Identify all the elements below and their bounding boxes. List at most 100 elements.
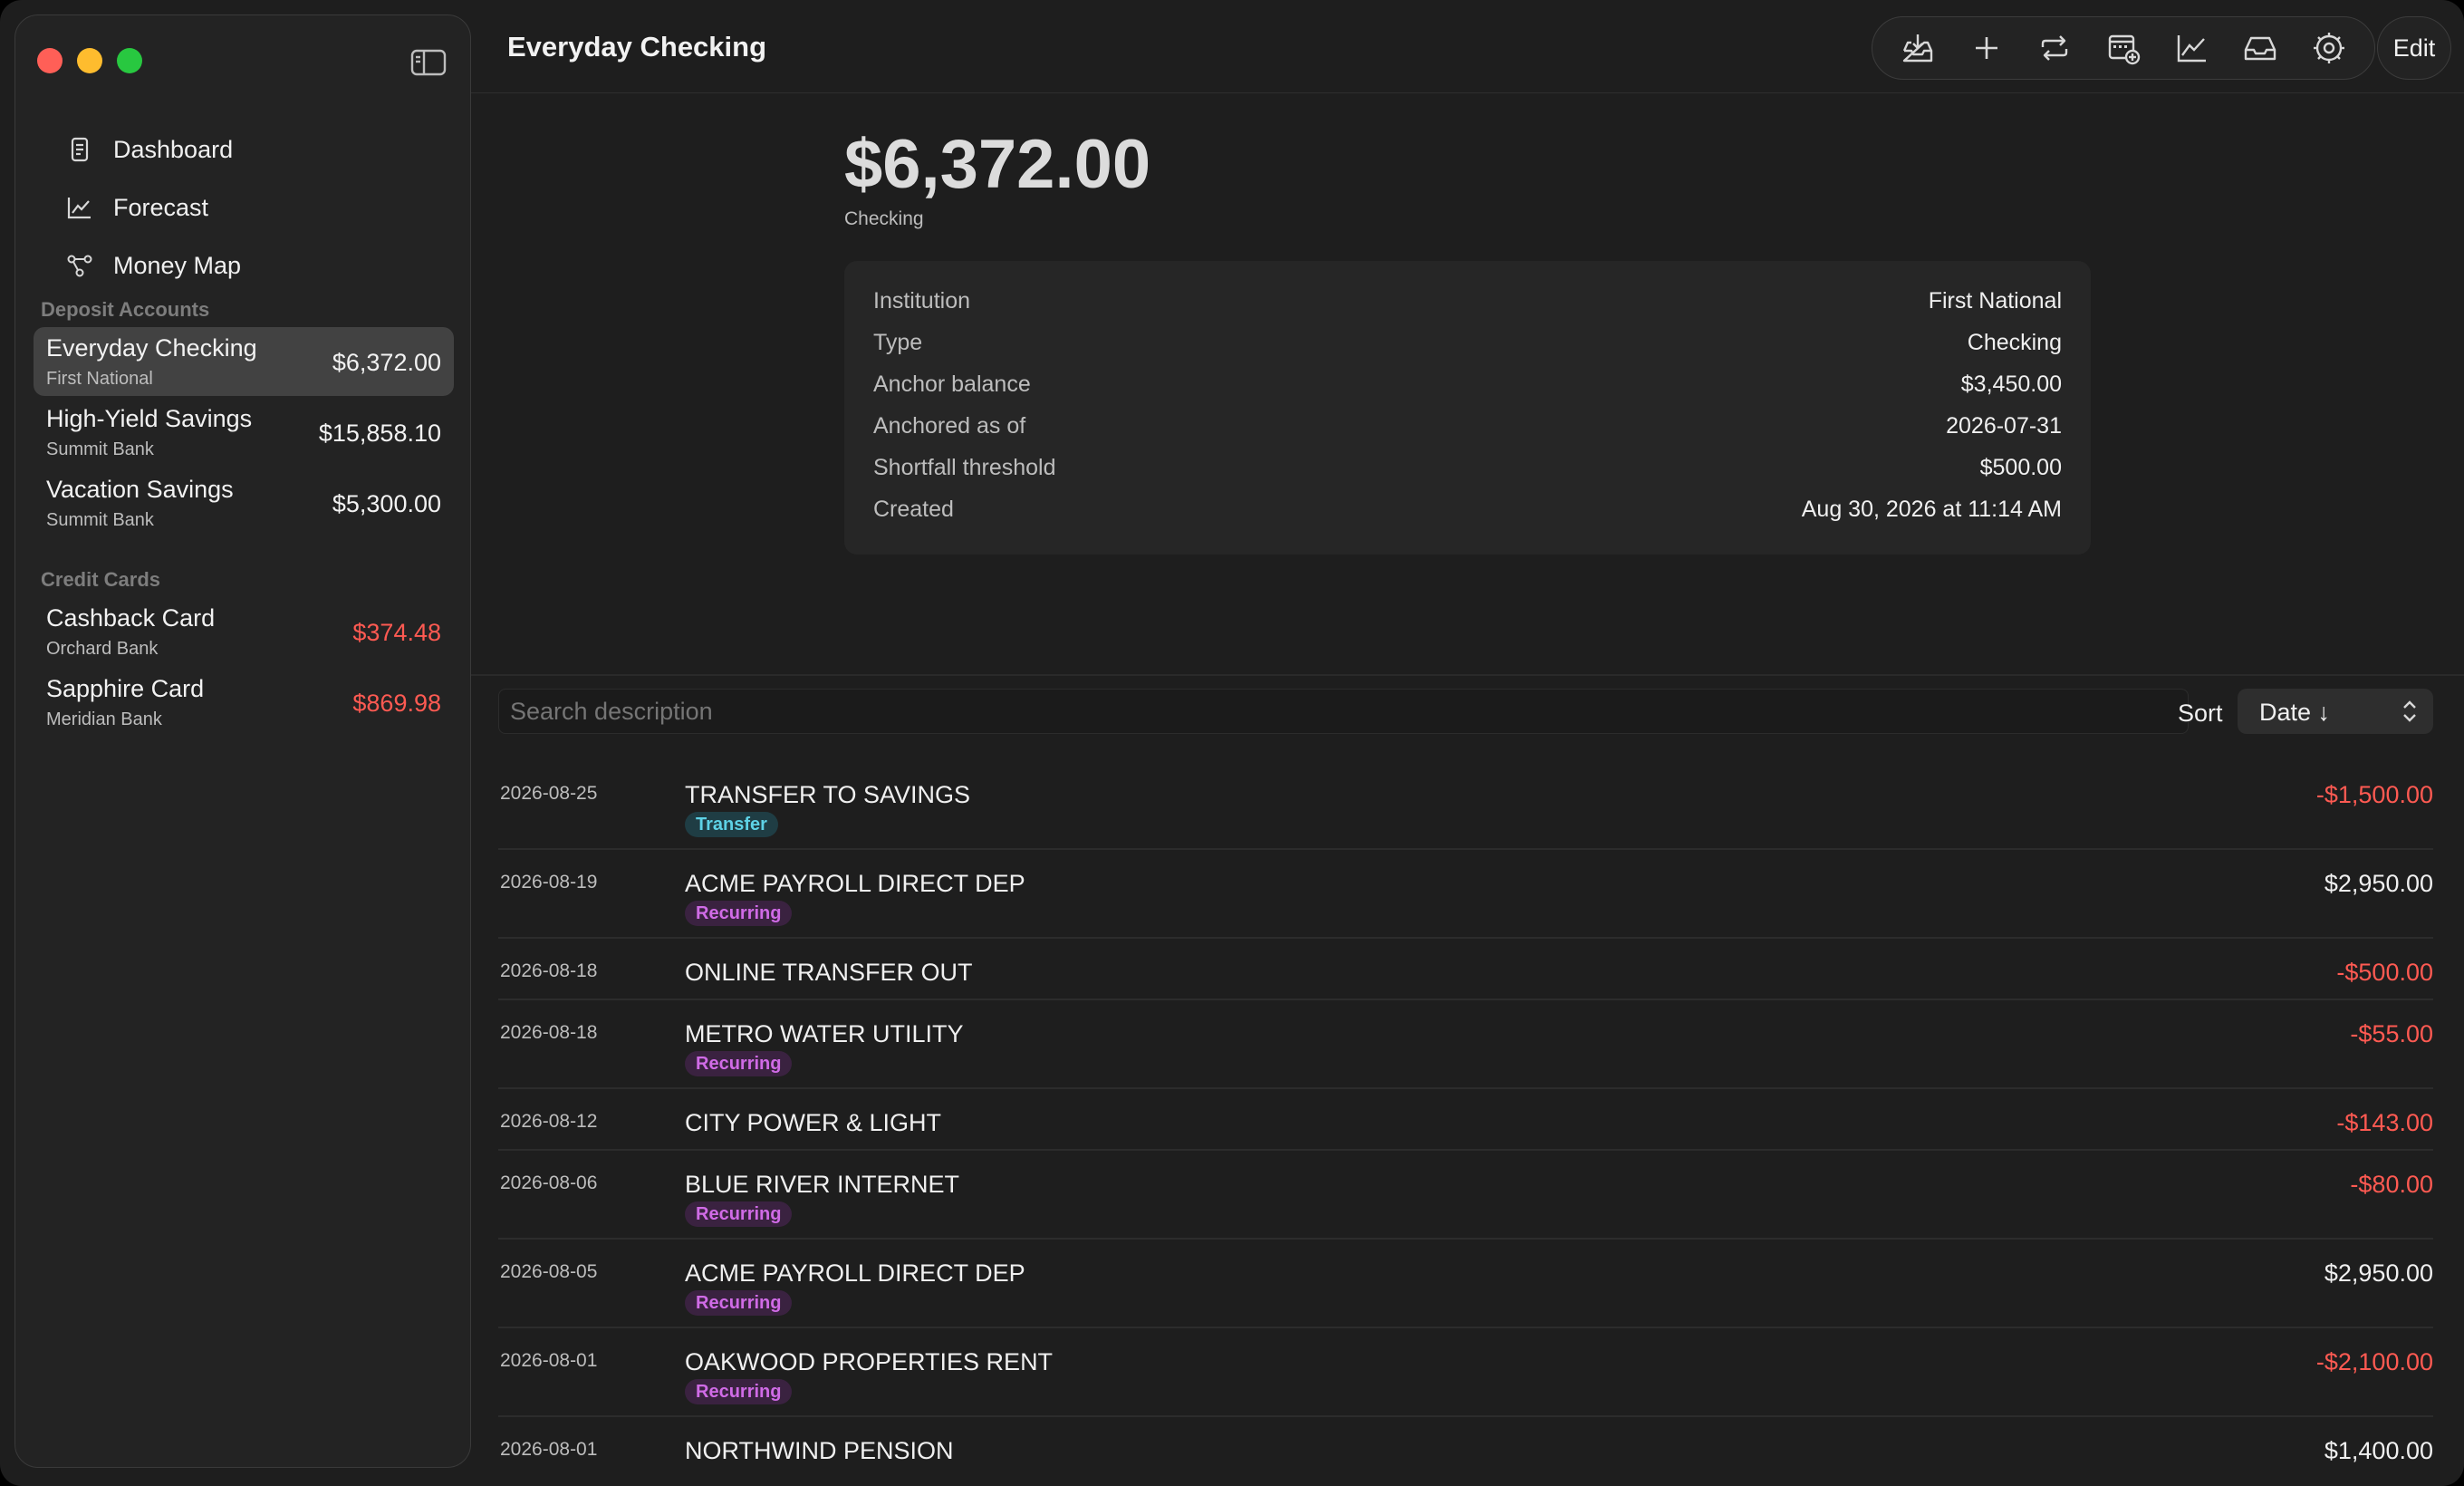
detail-row-created: Created Aug 30, 2026 at 11:14 AM xyxy=(873,497,2062,533)
sidebar-item-forecast[interactable]: Forecast xyxy=(41,179,457,236)
sort-select[interactable]: Date ↓ xyxy=(2238,689,2433,734)
repeat-icon[interactable] xyxy=(2035,28,2074,68)
sidebar: Dashboard Forecast Money Map Deposit Acc… xyxy=(14,14,471,1468)
recurring-tag: Recurring xyxy=(685,1201,793,1227)
detail-label: Institution xyxy=(873,288,971,314)
transaction-date: 2026-08-12 xyxy=(500,1111,598,1132)
account-item-sapphire-card[interactable]: Sapphire Card Meridian Bank $869.98 xyxy=(34,668,454,737)
minimize-window-button[interactable] xyxy=(77,48,102,73)
transaction-description: BLUE RIVER INTERNET xyxy=(685,1171,960,1198)
transaction-row[interactable]: 2026-08-06 BLUE RIVER INTERNET Recurring… xyxy=(498,1151,2433,1240)
sort-label: Sort xyxy=(2178,700,2223,727)
transaction-row[interactable]: 2026-08-18 ONLINE TRANSFER OUT -$500.00 xyxy=(498,939,2433,1000)
calendar-add-icon[interactable] xyxy=(2103,28,2143,68)
transaction-amount: -$500.00 xyxy=(2336,959,2433,986)
detail-label: Created xyxy=(873,497,954,522)
account-name: High-Yield Savings xyxy=(46,405,253,432)
detail-row-anchored-as-of: Anchored as of 2026-07-31 xyxy=(873,413,2062,449)
add-icon[interactable] xyxy=(1967,28,2007,68)
title-bar: Everyday Checking Edit xyxy=(471,0,2464,93)
transaction-amount: $2,950.00 xyxy=(2324,870,2433,897)
transaction-date: 2026-08-01 xyxy=(500,1439,598,1460)
transaction-amount: -$55.00 xyxy=(2350,1020,2433,1047)
transaction-row[interactable]: 2026-08-05 ACME PAYROLL DIRECT DEP Recur… xyxy=(498,1240,2433,1328)
transaction-description: ACME PAYROLL DIRECT DEP xyxy=(685,870,1025,897)
section-title-deposit-accounts: Deposit Accounts xyxy=(41,298,210,321)
account-institution: Orchard Bank xyxy=(46,639,159,659)
detail-value: 2026-07-31 xyxy=(1946,413,2062,439)
account-balance-heading: $6,372.00 xyxy=(844,126,1151,203)
settings-icon[interactable] xyxy=(2309,28,2349,68)
chart-icon[interactable] xyxy=(2172,28,2212,68)
transaction-row[interactable]: 2026-08-01 NORTHWIND PENSION $1,400.00 xyxy=(498,1417,2433,1479)
transaction-row[interactable]: 2026-08-19 ACME PAYROLL DIRECT DEP Recur… xyxy=(498,850,2433,939)
sidebar-item-label: Money Map xyxy=(113,251,242,279)
account-item-everyday-checking[interactable]: Everyday Checking First National $6,372.… xyxy=(34,327,454,396)
transaction-date: 2026-08-18 xyxy=(500,1022,598,1043)
transaction-amount: -$143.00 xyxy=(2336,1109,2433,1136)
transaction-date: 2026-08-25 xyxy=(500,783,598,804)
account-name: Sapphire Card xyxy=(46,675,205,702)
chevron-up-down-icon xyxy=(2403,700,2416,722)
transaction-amount: -$2,100.00 xyxy=(2315,1348,2433,1375)
detail-value: $3,450.00 xyxy=(1960,372,2062,397)
account-balance: $6,372.00 xyxy=(332,349,441,376)
account-institution: Meridian Bank xyxy=(46,709,162,729)
sidebar-item-dashboard[interactable]: Dashboard xyxy=(41,121,457,179)
detail-row-shortfall-threshold: Shortfall threshold $500.00 xyxy=(873,455,2062,491)
network-icon xyxy=(67,255,92,277)
zoom-window-button[interactable] xyxy=(117,48,142,73)
transaction-row[interactable]: 2026-08-01 OAKWOOD PROPERTIES RENT Recur… xyxy=(498,1328,2433,1417)
close-window-button[interactable] xyxy=(37,48,63,73)
account-balance: $15,858.10 xyxy=(318,420,441,447)
inbox-icon[interactable] xyxy=(2240,28,2280,68)
transaction-description: ONLINE TRANSFER OUT xyxy=(685,959,973,986)
transaction-date: 2026-08-01 xyxy=(500,1350,598,1371)
account-item-vacation-savings[interactable]: Vacation Savings Summit Bank $5,300.00 xyxy=(34,468,454,537)
transaction-date: 2026-08-19 xyxy=(500,872,598,893)
detail-label: Anchored as of xyxy=(873,413,1026,439)
transaction-row[interactable]: 2026-08-18 METRO WATER UTILITY Recurring… xyxy=(498,1000,2433,1089)
transaction-description: NORTHWIND PENSION xyxy=(685,1437,954,1464)
section-divider xyxy=(471,674,2464,676)
transaction-description: ACME PAYROLL DIRECT DEP xyxy=(685,1259,1025,1287)
account-name: Everyday Checking xyxy=(46,334,257,362)
account-balance: $374.48 xyxy=(352,619,441,646)
transaction-row[interactable]: 2026-08-12 CITY POWER & LIGHT -$143.00 xyxy=(498,1089,2433,1151)
sidebar-item-label: Forecast xyxy=(113,193,209,221)
detail-label: Shortfall threshold xyxy=(873,455,1056,480)
detail-value: First National xyxy=(1928,288,2062,314)
account-institution: First National xyxy=(46,369,153,389)
edit-button[interactable]: Edit xyxy=(2377,16,2451,80)
transaction-amount: -$1,500.00 xyxy=(2315,781,2433,808)
transaction-date: 2026-08-18 xyxy=(500,960,598,981)
detail-value: Aug 30, 2026 at 11:14 AM xyxy=(1801,497,2062,522)
transaction-description: CITY POWER & LIGHT xyxy=(685,1109,942,1136)
account-item-high-yield-savings[interactable]: High-Yield Savings Summit Bank $15,858.1… xyxy=(34,398,454,467)
transaction-amount: $2,950.00 xyxy=(2324,1259,2433,1287)
account-details-panel: Institution First National Type Checking… xyxy=(844,261,2091,555)
account-institution: Summit Bank xyxy=(46,510,154,530)
account-item-cashback-card[interactable]: Cashback Card Orchard Bank $374.48 xyxy=(34,597,454,666)
detail-row-institution: Institution First National xyxy=(873,288,2062,324)
chart-line-icon xyxy=(67,198,91,219)
sidebar-item-money-map[interactable]: Money Map xyxy=(41,236,457,294)
detail-label: Type xyxy=(873,330,923,355)
detail-row-type: Type Checking xyxy=(873,330,2062,366)
window-title: Everyday Checking xyxy=(507,31,767,63)
sidebar-toggle-icon[interactable] xyxy=(410,48,447,77)
account-balance: $869.98 xyxy=(352,690,441,717)
account-balance: $5,300.00 xyxy=(332,490,441,517)
search-input[interactable] xyxy=(498,689,2189,734)
detail-value: Checking xyxy=(1967,330,2062,355)
recurring-tag: Recurring xyxy=(685,1290,793,1316)
recurring-tag: Recurring xyxy=(685,1379,793,1404)
transaction-description: TRANSFER TO SAVINGS xyxy=(685,781,971,808)
section-title-credit-cards: Credit Cards xyxy=(41,568,161,591)
import-icon[interactable] xyxy=(1898,28,1938,68)
transaction-row[interactable]: 2026-08-25 TRANSFER TO SAVINGS Transfer … xyxy=(498,761,2433,850)
detail-value: $500.00 xyxy=(1979,455,2062,480)
window-controls xyxy=(37,48,142,73)
toolbar xyxy=(1872,16,2375,80)
main-content: Everyday Checking Edit $6,372.00 Checkin… xyxy=(471,0,2464,1486)
